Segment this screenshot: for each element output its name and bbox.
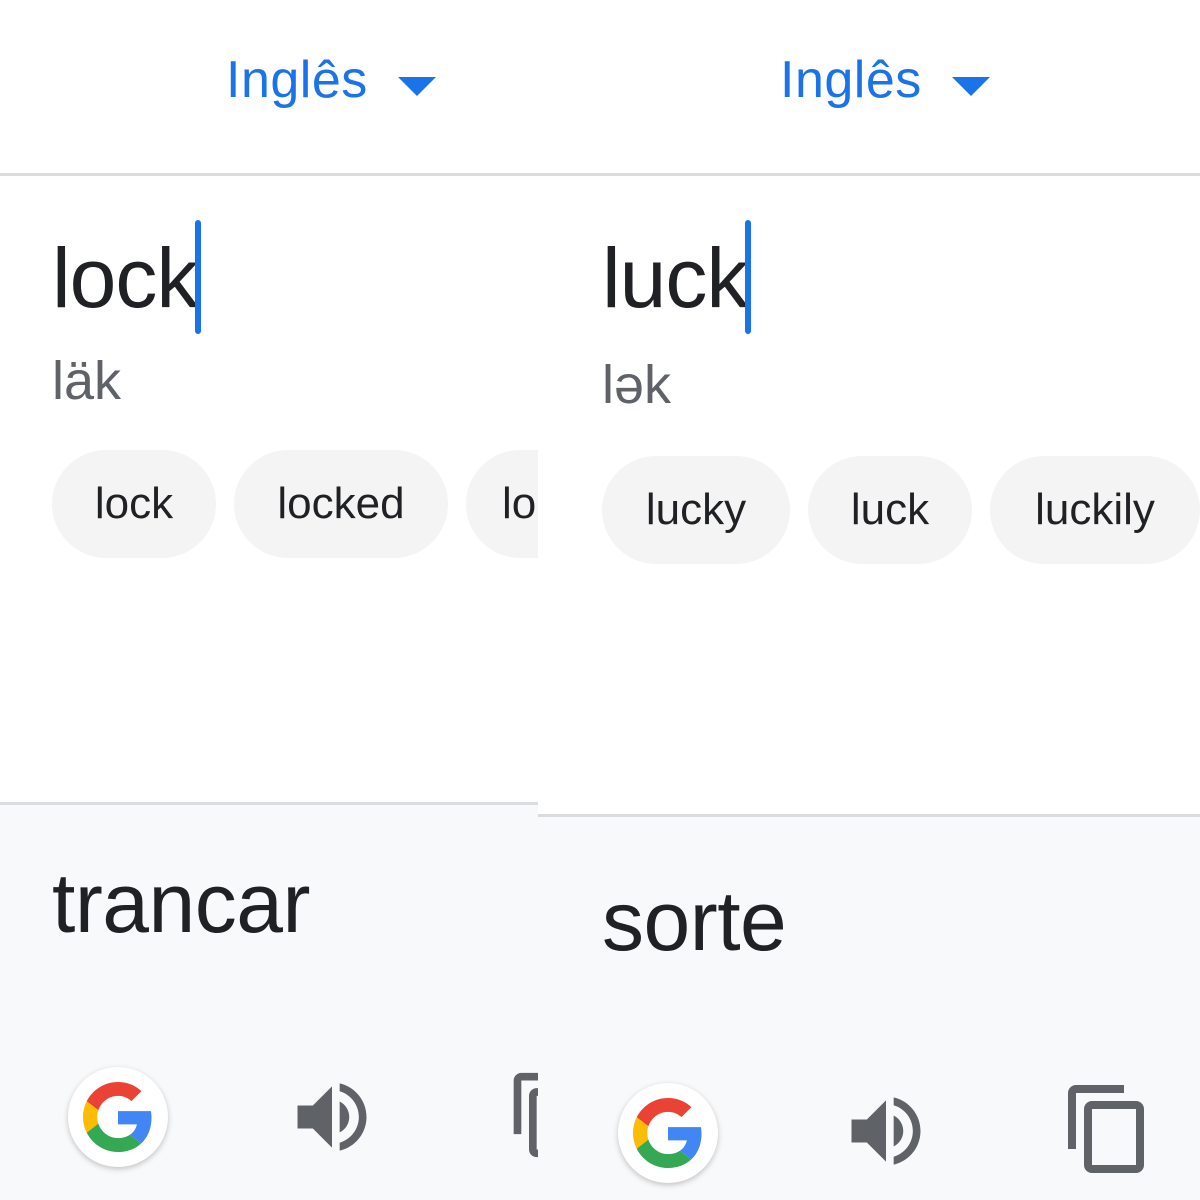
google-icon bbox=[633, 1098, 702, 1168]
source-text-input[interactable]: luck bbox=[602, 220, 752, 336]
language-bar: Inglês bbox=[538, 0, 1200, 176]
google-search-button[interactable] bbox=[618, 1083, 718, 1183]
speaker-icon bbox=[851, 1097, 921, 1165]
phonetic-transcription: läk bbox=[52, 351, 122, 411]
copy-icon bbox=[1068, 1085, 1144, 1173]
listen-button[interactable] bbox=[286, 1071, 378, 1163]
suggestion-chip[interactable]: lucky bbox=[602, 456, 790, 564]
source-text: luck bbox=[602, 231, 748, 325]
copy-button[interactable] bbox=[1060, 1081, 1156, 1177]
chevron-down-icon bbox=[951, 76, 990, 96]
right-translation-panel: Inglês luck lək lucky luck luckily sorte bbox=[538, 0, 1200, 1200]
copy-button[interactable] bbox=[506, 1069, 538, 1161]
language-label: Inglês bbox=[780, 51, 922, 109]
left-translation-panel: Inglês lock läk lock locked lo trancar bbox=[0, 0, 538, 1200]
google-search-button[interactable] bbox=[68, 1067, 168, 1167]
translation-result: sorte bbox=[538, 814, 1200, 1200]
text-cursor bbox=[195, 220, 202, 334]
translation-result: trancar bbox=[0, 802, 538, 1200]
source-text: lock bbox=[52, 231, 198, 325]
chevron-down-icon bbox=[397, 76, 436, 96]
language-selector[interactable]: Inglês bbox=[226, 50, 436, 110]
google-icon bbox=[83, 1082, 152, 1152]
suggestion-chips: lock locked lo bbox=[52, 450, 538, 558]
text-cursor bbox=[745, 220, 752, 334]
copy-icon bbox=[513, 1072, 538, 1158]
translation-text: trancar bbox=[52, 856, 310, 950]
translation-text: sorte bbox=[602, 874, 787, 968]
suggestion-chip[interactable]: locked bbox=[234, 450, 448, 558]
suggestion-chip[interactable]: lock bbox=[52, 450, 216, 558]
listen-button[interactable] bbox=[840, 1085, 932, 1177]
language-label: Inglês bbox=[226, 51, 368, 109]
suggestion-chip[interactable]: luck bbox=[808, 456, 972, 564]
language-bar: Inglês bbox=[0, 0, 538, 176]
suggestion-chip[interactable]: lo bbox=[466, 450, 538, 558]
language-selector[interactable]: Inglês bbox=[780, 50, 990, 110]
phonetic-transcription: lək bbox=[602, 355, 672, 415]
suggestion-chips: lucky luck luckily bbox=[602, 456, 1200, 564]
source-text-input[interactable]: lock bbox=[52, 220, 202, 336]
speaker-icon bbox=[297, 1083, 367, 1151]
suggestion-chip[interactable]: luckily bbox=[990, 456, 1200, 564]
